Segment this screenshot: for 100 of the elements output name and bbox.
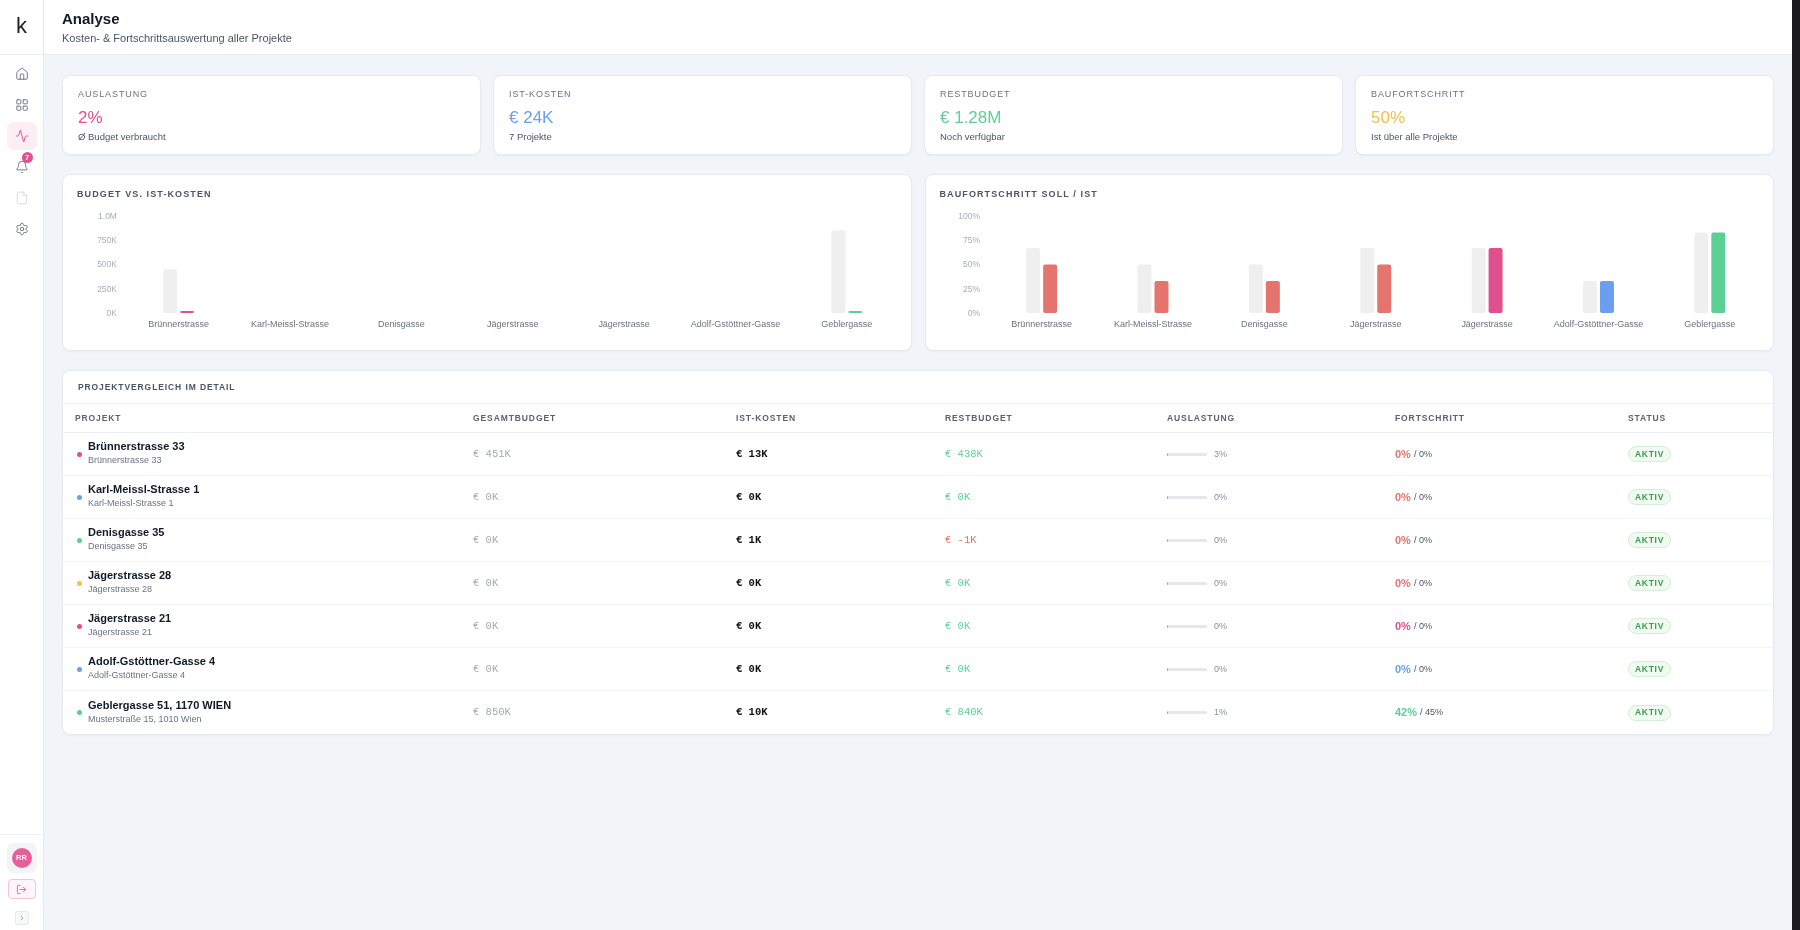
progress-value: 0% <box>1395 490 1411 504</box>
category-label: Geblergasse <box>1683 318 1735 329</box>
axis-label: 750K <box>97 235 117 246</box>
column-header: STATUS <box>1628 412 1667 424</box>
category-label: Jägerstrasse <box>1460 318 1513 329</box>
actual-bar <box>1154 281 1168 313</box>
usage-percent: 0% <box>1214 491 1227 503</box>
project-address: Brünnerstrasse 33 <box>88 455 162 466</box>
project-address: Karl-Meissl-Strasse 1 <box>88 498 174 509</box>
logo: k <box>16 13 27 38</box>
axis-label: 1.0M <box>98 211 117 222</box>
kpi-label: IST-KOSTEN <box>509 89 572 100</box>
cost-value: € 0K <box>736 662 762 676</box>
axis-label: 500K <box>97 259 117 270</box>
project-address: Adolf-Gstöttner-Gasse 4 <box>88 670 186 681</box>
category-label: Jägerstrasse <box>487 318 539 329</box>
status-tag: AKTIV <box>1628 704 1671 721</box>
project-name: Adolf-Gstöttner-Gasse 4 <box>88 655 216 668</box>
category-label: Karl-Meissl-Strasse <box>251 318 329 329</box>
project-address: Musterstraße 15, 1010 Wien <box>88 713 202 725</box>
page-subtitle: Kosten- & Fortschrittsauswertung aller Projekte <box>62 31 292 45</box>
column-header: IST-KOSTEN <box>736 412 796 424</box>
cost-value: € 13K <box>736 447 768 461</box>
kpi-note: Ø Budget verbraucht <box>78 131 166 143</box>
kpi-note: Ist über alle Projekte <box>1371 131 1458 143</box>
logout-icon <box>16 883 27 895</box>
collapse-button[interactable] <box>14 911 29 925</box>
cost-value: € 0K <box>736 576 762 590</box>
column-header: PROJEKT <box>75 412 122 424</box>
chart-title: BUDGET VS. IST-KOSTEN <box>77 188 212 200</box>
document-icon <box>14 191 29 205</box>
usage-percent: 0% <box>1214 534 1227 546</box>
chart-title: BAUFORTSCHRITT SOLL / IST <box>939 188 1098 200</box>
actual-bar <box>1042 264 1057 313</box>
progress-target: / 0% <box>1413 663 1432 675</box>
category-label: Geblergasse <box>821 318 873 329</box>
usage-percent: 1% <box>1214 707 1227 718</box>
kpi-value: 2% <box>78 107 103 128</box>
status-tag: AKTIV <box>1628 661 1671 677</box>
actual-bar <box>1265 281 1280 313</box>
category-label: Brünnerstrasse <box>148 318 210 329</box>
logout-button[interactable] <box>7 879 36 899</box>
remaining-budget-value: € 438K <box>945 447 983 461</box>
kpi-note: 7 Projekte <box>509 131 552 143</box>
project-name: Denisgasse 35 <box>88 526 165 539</box>
status-tag: AKTIV <box>1628 618 1671 634</box>
usage-percent: 0% <box>1214 620 1227 632</box>
cost-value: € 1K <box>736 533 762 547</box>
kpi-label: RESTBUDGET <box>940 89 1011 100</box>
kpi-label: AUSLASTUNG <box>78 89 148 100</box>
actual-bar <box>1376 264 1391 313</box>
axis-label: 50% <box>962 259 980 270</box>
category-label: Brünnerstrasse <box>1010 318 1072 329</box>
progress-target: / 0% <box>1413 448 1432 460</box>
analytics-nav-button[interactable] <box>6 122 37 150</box>
project-name: Jägerstrasse 21 <box>88 612 172 625</box>
budget-value: € 0K <box>473 662 499 676</box>
table-title: PROJEKTVERGLEICH IM DETAIL <box>78 381 236 393</box>
budget-value: € 0K <box>473 619 499 633</box>
axis-label: 0% <box>967 307 980 318</box>
project-name: Karl-Meissl-Strasse 1 <box>88 483 200 496</box>
budget-value: € 0K <box>473 490 499 504</box>
progress-target: / 0% <box>1413 620 1432 632</box>
category-label: Denisgasse <box>377 318 425 329</box>
category-label: Karl-Meissl-Strasse <box>1113 318 1192 329</box>
column-header: RESTBUDGET <box>945 412 1013 424</box>
progress-value: 42% <box>1395 706 1418 719</box>
remaining-budget-value: € -1K <box>945 533 977 547</box>
category-label: Denisgasse <box>1240 318 1288 329</box>
category-label: Jägerstrasse <box>1349 318 1401 329</box>
usage-percent: 0% <box>1214 577 1227 589</box>
progress-target: / 45% <box>1420 707 1444 718</box>
remaining-budget-value: € 0K <box>945 490 971 504</box>
column-header: FORTSCHRITT <box>1395 412 1465 424</box>
status-tag: AKTIV <box>1628 532 1671 548</box>
cost-value: € 0K <box>736 619 762 633</box>
axis-label: 100% <box>957 211 980 222</box>
kpi-value: 50% <box>1371 107 1406 128</box>
status-tag: AKTIV <box>1628 575 1671 591</box>
category-label: Jägerstrasse <box>598 318 650 329</box>
kpi-label: BAUFORTSCHRITT <box>1371 89 1466 100</box>
settings-icon <box>14 222 29 236</box>
axis-label: 0K <box>106 307 117 318</box>
actual-bar <box>1599 281 1614 313</box>
progress-value: 0% <box>1395 619 1411 633</box>
project-address: Jägerstrasse 21 <box>88 627 153 638</box>
axis-label: 75% <box>962 235 980 246</box>
category-label: Adolf-Gstöttner-Gasse <box>1553 318 1643 329</box>
budget-value: € 0K <box>473 576 499 590</box>
budget-value: € 451K <box>473 447 511 461</box>
page-title: Analyse <box>62 9 120 27</box>
progress-value: 0% <box>1395 662 1411 676</box>
budget-value: € 0K <box>473 533 499 547</box>
progress-value: 0% <box>1395 576 1411 590</box>
project-name: Geblergasse 51, 1170 WIEN <box>88 698 232 712</box>
column-header: AUSLASTUNG <box>1167 412 1236 424</box>
status-tag: AKTIV <box>1628 446 1671 462</box>
remaining-budget-value: € 0K <box>945 619 971 633</box>
progress-target: / 0% <box>1413 491 1432 503</box>
kpi-value: € 1.28M <box>940 107 1002 128</box>
